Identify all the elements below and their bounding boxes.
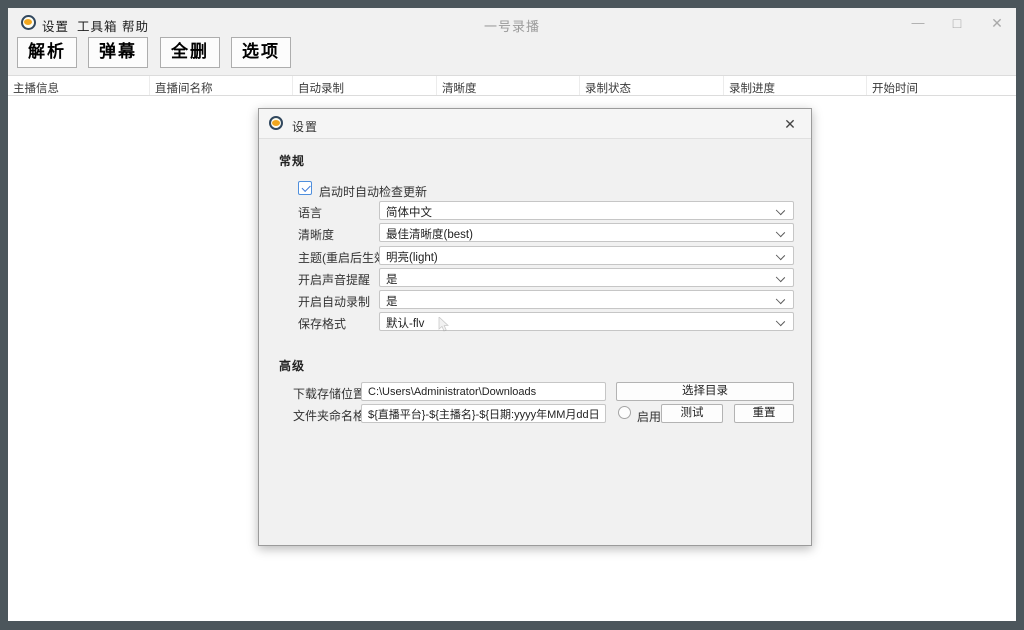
col-auto-record[interactable]: 自动录制 — [293, 76, 437, 95]
browse-directory-button[interactable]: 选择目录 — [616, 382, 794, 401]
download-location-input[interactable] — [361, 382, 606, 401]
sound-alert-select[interactable]: 是 — [379, 268, 794, 287]
language-label: 语言 — [298, 201, 322, 221]
sound-alert-label: 开启声音提醒 — [298, 268, 370, 288]
chevron-down-icon — [776, 251, 785, 260]
dialog-title: 设置 — [292, 118, 318, 135]
col-record-status[interactable]: 录制状态 — [580, 76, 724, 95]
save-format-value: 默认-flv — [386, 318, 424, 330]
menu-settings[interactable]: 设置 — [42, 16, 69, 35]
auto-record-value: 是 — [386, 296, 398, 308]
folder-naming-input[interactable] — [361, 404, 606, 423]
save-format-label: 保存格式 — [298, 312, 346, 332]
col-record-progress[interactable]: 录制进度 — [724, 76, 867, 95]
advanced-section-heading: 高级 — [279, 357, 305, 374]
auto-record-label: 开启自动录制 — [298, 290, 370, 310]
menu-help[interactable]: 帮助 — [122, 16, 149, 35]
app-logo-icon — [21, 15, 36, 30]
settings-dialog: 设置 ✕ 常规 启动时自动检查更新 语言 简体中文 清晰度 最佳清晰度(best… — [258, 108, 812, 546]
chevron-down-icon — [776, 273, 785, 282]
danmaku-button[interactable]: 弹幕 — [88, 37, 148, 68]
chevron-down-icon — [776, 295, 785, 304]
theme-select[interactable]: 明亮(light) — [379, 246, 794, 265]
maximize-icon[interactable]: □ — [943, 12, 971, 34]
delete-all-button[interactable]: 全删 — [160, 37, 220, 68]
chevron-down-icon — [776, 228, 785, 237]
auto-record-select[interactable]: 是 — [379, 290, 794, 309]
main-window: 设置 工具箱 帮助 一号录播 — □ ✕ 解析 弹幕 全删 选项 主播信息 直播… — [8, 8, 1016, 621]
general-section-heading: 常规 — [279, 152, 305, 169]
menu-toolbox[interactable]: 工具箱 — [77, 16, 118, 35]
auto-update-checkbox[interactable] — [298, 181, 312, 195]
dialog-logo-icon — [269, 116, 283, 130]
language-value: 简体中文 — [386, 207, 432, 219]
options-button[interactable]: 选项 — [231, 37, 291, 68]
theme-label: 主题(重启后生效) — [298, 246, 390, 266]
reset-naming-button[interactable]: 重置 — [734, 404, 794, 423]
parse-button[interactable]: 解析 — [17, 37, 77, 68]
enable-naming-radio[interactable] — [618, 406, 631, 419]
col-streamer-info[interactable]: 主播信息 — [8, 76, 150, 95]
enable-naming-radio-label: 启用 — [637, 406, 661, 425]
dialog-close-icon[interactable]: ✕ — [779, 114, 801, 134]
col-start-time[interactable]: 开始时间 — [867, 76, 1016, 95]
sound-alert-value: 是 — [386, 274, 398, 286]
dialog-titlebar[interactable]: 设置 ✕ — [259, 109, 811, 139]
theme-value: 明亮(light) — [386, 252, 438, 264]
quality-value: 最佳清晰度(best) — [386, 229, 473, 241]
mouse-cursor-icon — [438, 317, 450, 333]
titlebar[interactable]: 设置 工具箱 帮助 一号录播 — □ ✕ — [8, 8, 1016, 38]
chevron-down-icon — [776, 317, 785, 326]
auto-update-checkbox-label: 启动时自动检查更新 — [319, 183, 427, 200]
quality-select[interactable]: 最佳清晰度(best) — [379, 223, 794, 242]
download-location-label: 下载存储位置 — [293, 382, 365, 402]
quality-label: 清晰度 — [298, 223, 334, 243]
close-icon[interactable]: ✕ — [983, 12, 1011, 34]
language-select[interactable]: 简体中文 — [379, 201, 794, 220]
col-quality[interactable]: 清晰度 — [437, 76, 580, 95]
table-header-row: 主播信息 直播间名称 自动录制 清晰度 录制状态 录制进度 开始时间 — [8, 75, 1016, 96]
chevron-down-icon — [776, 206, 785, 215]
col-room-name[interactable]: 直播间名称 — [150, 76, 293, 95]
test-naming-button[interactable]: 测试 — [661, 404, 723, 423]
window-title: 一号录播 — [8, 16, 1016, 35]
minimize-icon[interactable]: — — [904, 12, 932, 34]
